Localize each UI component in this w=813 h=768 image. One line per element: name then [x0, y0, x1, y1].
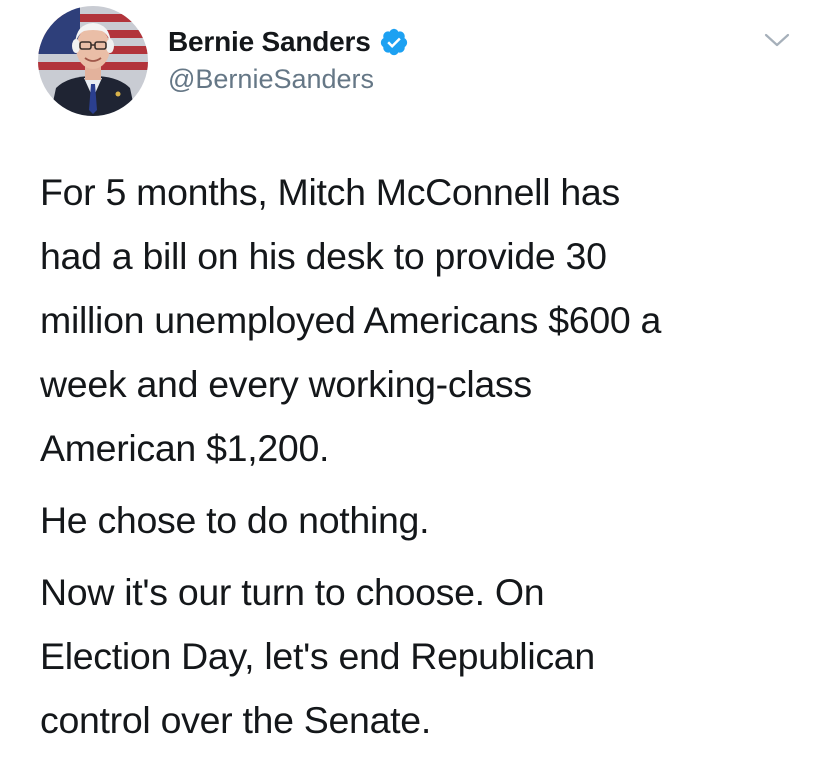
tweet-paragraph-2: He chose to do nothing.: [40, 488, 800, 552]
text-line: Election Day, let's end Republican: [40, 635, 595, 677]
display-name-row: Bernie Sanders: [168, 24, 409, 60]
profile-photo-icon: [38, 6, 148, 116]
tweet-paragraph-1: For 5 months, Mitch McConnell has had a …: [40, 160, 800, 480]
text-line: American $1,200.: [40, 427, 330, 469]
author-handle[interactable]: @BernieSanders: [168, 64, 409, 95]
verified-badge-icon: [380, 28, 407, 56]
tweet-header: Bernie Sanders @BernieSanders: [38, 6, 798, 116]
tweet-paragraph-3: Now it's our turn to choose. On Election…: [40, 560, 800, 752]
chevron-down-icon[interactable]: [762, 28, 792, 52]
text-line: week and every working-class: [40, 363, 532, 405]
tweet-card: Bernie Sanders @BernieSanders For 5 mont…: [0, 0, 813, 768]
text-line: He chose to do nothing.: [40, 499, 430, 541]
display-name[interactable]: Bernie Sanders: [168, 26, 371, 58]
text-line: had a bill on his desk to provide 30: [40, 235, 607, 277]
author-names: Bernie Sanders @BernieSanders: [168, 24, 409, 95]
tweet-text: For 5 months, Mitch McConnell has had a …: [40, 160, 800, 752]
avatar[interactable]: [38, 6, 148, 116]
text-line: For 5 months, Mitch McConnell has: [40, 171, 620, 213]
text-line: million unemployed Americans $600 a: [40, 299, 662, 341]
text-line: control over the Senate.: [40, 699, 431, 741]
text-line: Now it's our turn to choose. On: [40, 571, 545, 613]
